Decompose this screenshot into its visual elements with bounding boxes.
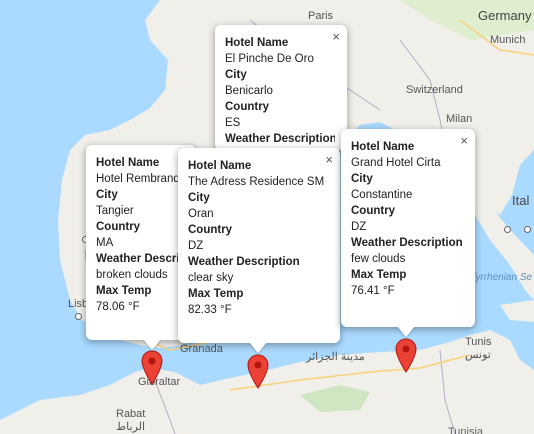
map-pin-icon[interactable] [141,350,163,386]
field-label: Weather Description [225,133,335,145]
field-label: Max Temp [351,269,407,281]
info-window-tail [249,342,267,353]
field-label: Weather Description [351,237,463,249]
field-label: City [351,173,373,185]
map-label-algiers-arabic: مدينة الجزائر [306,351,365,363]
field-label: City [96,189,118,201]
field-label: Weather Description [96,253,184,265]
map-label-rabat: Rabat [116,408,146,420]
map-label-tunisia: Tunisia [448,426,484,434]
city-value: Benicarlo [225,85,273,97]
max-temp-value: 76.41 °F [351,285,395,297]
info-window-content: Hotel Name Hotel Rembrandt City Tangier … [96,155,184,315]
info-window-content: Hotel Name El Pinche De Oro City Benicar… [225,35,335,147]
field-label: Hotel Name [96,157,160,169]
map-label-rabat-arabic: الرباط [116,421,146,433]
city-value: Tangier [96,205,134,217]
map-label-milan: Milan [446,113,473,125]
weather-description-value: broken clouds [96,269,168,281]
map-label-tunis-arabic: تونس [465,349,491,361]
map-pin-icon[interactable] [247,354,269,390]
field-label: Hotel Name [188,160,252,172]
map-label-tunis: Tunis [465,336,492,348]
hotel-name-value: El Pinche De Oro [225,53,314,65]
hotel-name-value: Grand Hotel Cirta [351,157,441,169]
map-label-germany: Germany [478,8,532,23]
info-window-content: Hotel Name Grand Hotel Cirta City Consta… [351,139,463,299]
field-label: Country [188,224,233,236]
info-window-benicarlo: × Hotel Name El Pinche De Oro City Benic… [215,25,347,150]
city-dot [75,313,82,320]
field-label: City [225,69,247,81]
weather-description-value: clear sky [188,272,234,284]
map-label-munich: Munich [490,34,526,46]
field-label: Hotel Name [225,37,289,49]
city-value: Oran [188,208,214,220]
city-dot [504,226,511,233]
hotel-name-value: The Adress Residence SM [188,176,325,188]
close-icon[interactable]: × [332,30,340,43]
country-value: MA [96,237,114,249]
map-label-italy: Ital [512,193,530,208]
sicily-land [500,300,534,322]
field-label: Country [351,205,396,217]
map-pin-icon[interactable] [395,338,417,374]
map-label-tyrrhenian-sea: Tyrrhenian Se [470,272,533,283]
map-label-switzerland: Switzerland [406,84,463,96]
max-temp-value: 82.33 °F [188,304,232,316]
field-label: Hotel Name [351,141,415,153]
field-label: Max Temp [188,288,244,300]
country-value: DZ [351,221,367,233]
info-window-tail [143,339,161,350]
weather-description-value: few clouds [351,253,406,265]
hotel-name-value: Hotel Rembrandt [96,173,183,185]
info-window-constantine: × Hotel Name Grand Hotel Cirta City Cons… [341,129,475,327]
close-icon[interactable]: × [460,134,468,147]
field-label: Country [96,221,141,233]
info-window-tail [397,326,415,337]
info-window-oran: × Hotel Name The Adress Residence SM Cit… [178,148,340,343]
map-label-paris: Paris [308,10,334,22]
field-label: Max Temp [96,285,152,297]
map-label-granada: Granada [180,343,223,355]
city-value: Constantine [351,189,413,201]
field-label: Weather Description [188,256,300,268]
city-dot [524,226,531,233]
info-window-content: Hotel Name The Adress Residence SM City … [188,158,328,318]
map[interactable]: Paris Germany Munich Switzerland Milan I… [0,0,534,434]
country-value: DZ [188,240,204,252]
field-label: Country [225,101,270,113]
max-temp-value: 78.06 °F [96,301,140,313]
country-value: ES [225,117,241,129]
field-label: City [188,192,210,204]
close-icon[interactable]: × [325,153,333,166]
